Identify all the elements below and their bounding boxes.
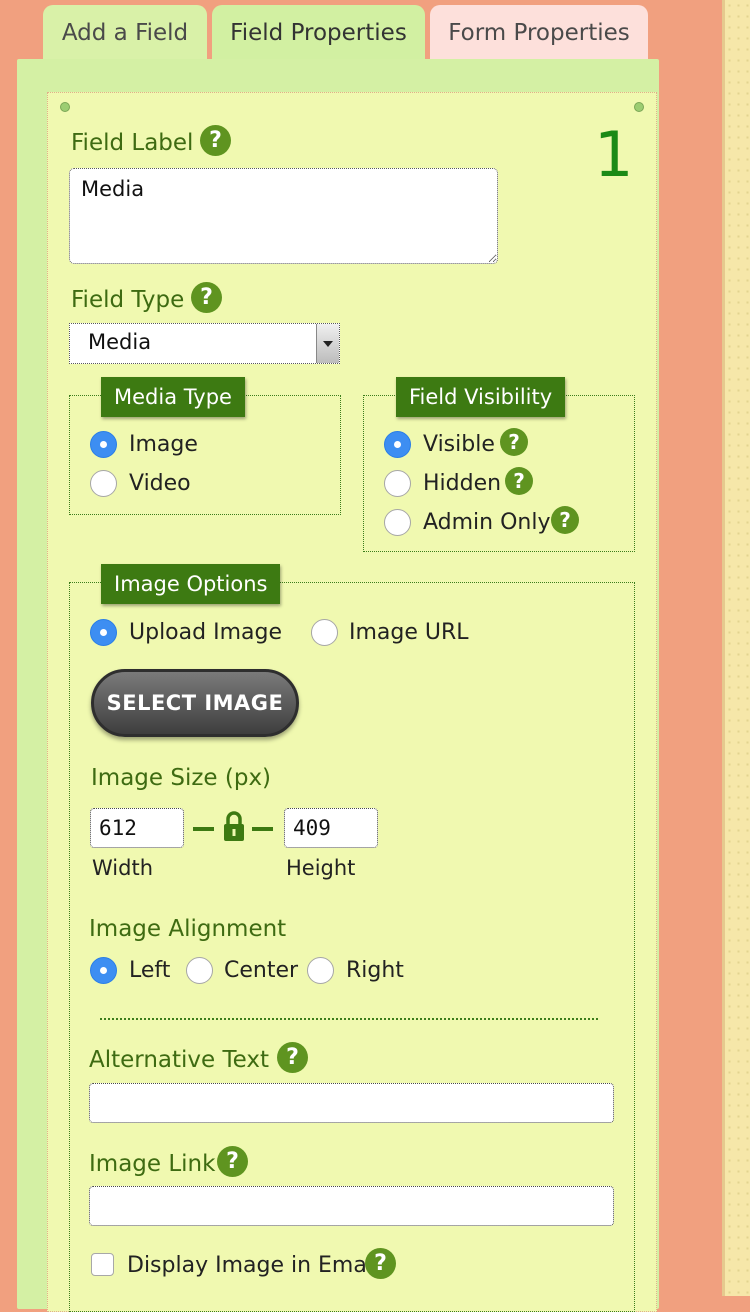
radio-upload-image-label: Upload Image	[129, 620, 282, 645]
radio-align-left-label: Left	[129, 958, 171, 983]
radio-media-video[interactable]	[90, 470, 117, 497]
field-type-heading: Field Type	[71, 287, 185, 313]
width-label: Width	[92, 856, 154, 880]
image-link-input[interactable]	[89, 1186, 614, 1226]
corner-dot-icon	[60, 102, 70, 112]
display-in-email-label: Display Image in Email	[127, 1253, 380, 1278]
radio-visibility-hidden[interactable]	[384, 470, 411, 497]
radio-media-video-label: Video	[129, 471, 191, 496]
image-options-legend: Image Options	[101, 564, 281, 604]
alternative-text-heading: Alternative Text	[89, 1047, 270, 1073]
lock-icon[interactable]	[222, 810, 246, 842]
dash-separator	[252, 827, 273, 831]
help-icon[interactable]: ?	[500, 428, 528, 456]
page-background-strip	[722, 0, 750, 1296]
radio-align-left[interactable]	[90, 957, 117, 984]
field-label-heading: Field Label	[71, 130, 194, 156]
radio-visibility-admin-only-label: Admin Only	[423, 510, 551, 535]
height-label: Height	[286, 856, 356, 880]
dash-separator	[193, 827, 214, 831]
radio-upload-image[interactable]	[90, 619, 117, 646]
help-icon[interactable]: ?	[191, 282, 222, 313]
radio-visibility-admin-only[interactable]	[384, 509, 411, 536]
radio-visibility-visible-label: Visible	[423, 432, 495, 457]
help-icon[interactable]: ?	[217, 1146, 248, 1177]
radio-image-url-label: Image URL	[349, 620, 469, 645]
radio-visibility-visible[interactable]	[384, 431, 411, 458]
radio-media-image-label: Image	[129, 432, 198, 457]
field-type-selected-value: Media	[88, 330, 152, 354]
image-link-heading: Image Link	[89, 1151, 216, 1177]
chevron-down-icon	[316, 324, 339, 363]
media-type-legend: Media Type	[101, 377, 245, 417]
tab-field-properties[interactable]: Field Properties	[212, 5, 425, 60]
corner-dot-icon	[634, 102, 644, 112]
help-icon[interactable]: ?	[505, 467, 533, 495]
help-icon[interactable]: ?	[200, 125, 231, 156]
field-label-input[interactable]: Media	[69, 168, 498, 264]
radio-align-center-label: Center	[224, 958, 299, 983]
select-image-button[interactable]: SELECT IMAGE	[91, 669, 299, 737]
radio-align-right-label: Right	[346, 958, 404, 983]
section-divider	[100, 1018, 598, 1020]
field-type-select[interactable]: Media	[69, 323, 340, 364]
help-icon[interactable]: ?	[277, 1042, 308, 1073]
radio-image-url[interactable]	[311, 619, 338, 646]
radio-visibility-hidden-label: Hidden	[423, 471, 502, 496]
radio-media-image[interactable]	[90, 431, 117, 458]
field-visibility-legend: Field Visibility	[396, 377, 566, 417]
image-alignment-heading: Image Alignment	[89, 916, 287, 942]
image-width-input[interactable]	[90, 808, 184, 848]
alternative-text-input[interactable]	[89, 1083, 614, 1123]
image-size-heading: Image Size (px)	[91, 765, 272, 791]
radio-align-center[interactable]	[186, 957, 213, 984]
tab-form-properties[interactable]: Form Properties	[430, 5, 648, 60]
tab-add-a-field[interactable]: Add a Field	[43, 5, 207, 60]
field-number: 1	[594, 118, 634, 191]
radio-align-right[interactable]	[307, 957, 334, 984]
help-icon[interactable]: ?	[365, 1248, 396, 1279]
help-icon[interactable]: ?	[551, 506, 579, 534]
display-in-email-checkbox[interactable]	[91, 1253, 114, 1276]
image-height-input[interactable]	[284, 808, 378, 848]
